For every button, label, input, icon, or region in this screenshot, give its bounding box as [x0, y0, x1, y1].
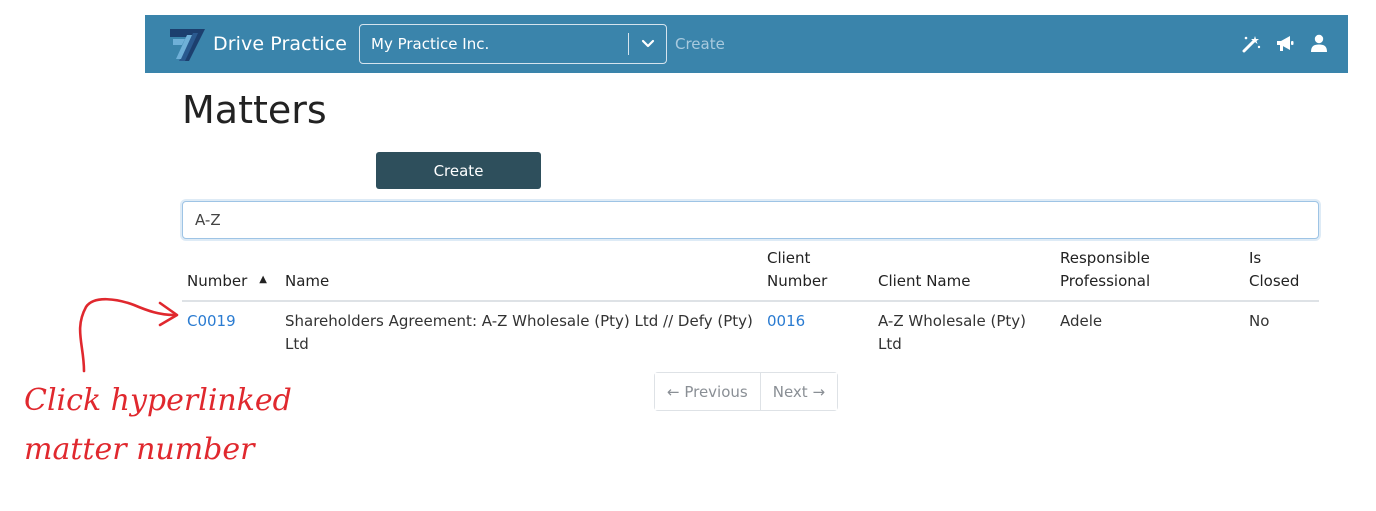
cell-name: Shareholders Agreement: A-Z Wholesale (P…	[285, 312, 753, 353]
search-input[interactable]	[182, 201, 1319, 239]
client-number-link[interactable]: 0016	[767, 312, 805, 330]
column-header-label: Professional	[1060, 272, 1151, 290]
column-header-label: Client Name	[878, 272, 971, 290]
cell-client-number: 0016	[762, 301, 873, 356]
nav-create-link[interactable]: Create	[675, 35, 725, 53]
brand[interactable]: Drive Practice	[167, 25, 347, 63]
column-header-label: Is	[1249, 249, 1262, 267]
column-header-client-name[interactable]: Client Name	[873, 247, 1055, 302]
cell-responsible: Adele	[1060, 312, 1103, 330]
column-header-label: Client	[767, 249, 811, 267]
column-header-number[interactable]: Number ▲	[182, 247, 280, 302]
next-page-button[interactable]: Next →	[759, 373, 838, 410]
column-header-label: Closed	[1249, 272, 1300, 290]
column-header-label: Number	[767, 272, 828, 290]
table-row: C0019 Shareholders Agreement: A-Z Wholes…	[182, 301, 1319, 356]
top-navbar: Drive Practice My Practice Inc. Create	[145, 15, 1348, 73]
column-header-label: Name	[285, 272, 330, 290]
brand-name: Drive Practice	[213, 33, 347, 55]
column-header-label: Responsible	[1060, 249, 1150, 267]
matter-number-link[interactable]: C0019	[187, 312, 236, 330]
cell-is-closed: No	[1249, 312, 1270, 330]
magic-wand-icon[interactable]	[1241, 34, 1261, 53]
practice-select[interactable]: My Practice Inc.	[359, 24, 667, 64]
create-matter-button[interactable]: Create	[376, 152, 541, 189]
megaphone-icon[interactable]	[1275, 34, 1295, 53]
page-title: Matters	[182, 88, 327, 132]
cell-number: C0019	[182, 301, 280, 356]
drive-practice-logo-icon	[170, 29, 205, 61]
column-header-label: Number	[187, 272, 248, 290]
table-header-row: Number ▲ Name Client Number Client Name R…	[182, 247, 1319, 302]
column-header-client-number[interactable]: Client Number	[762, 247, 873, 302]
annotation-text: Click hyperlinked matter number	[24, 376, 292, 474]
caret-up-icon[interactable]: ▲	[259, 268, 267, 291]
annotation-line: Click hyperlinked	[24, 383, 292, 418]
select-separator	[628, 33, 629, 55]
user-icon[interactable]	[1309, 34, 1329, 53]
matters-table: Number ▲ Name Client Number Client Name R…	[182, 247, 1319, 356]
previous-page-button[interactable]: ← Previous	[655, 373, 760, 410]
navbar-icons	[1241, 34, 1329, 53]
column-header-is-closed[interactable]: Is Closed	[1244, 247, 1319, 302]
annotation-line: matter number	[24, 432, 255, 467]
column-header-responsible-professional[interactable]: Responsible Professional	[1055, 247, 1244, 302]
column-header-name[interactable]: Name	[280, 247, 762, 302]
annotation-arrow-icon	[78, 297, 179, 373]
pagination: ← Previous Next →	[654, 372, 839, 411]
chevron-down-icon[interactable]	[640, 37, 656, 51]
practice-select-value: My Practice Inc.	[371, 35, 490, 53]
cell-client-name: A-Z Wholesale (Pty) Ltd	[878, 312, 1026, 353]
